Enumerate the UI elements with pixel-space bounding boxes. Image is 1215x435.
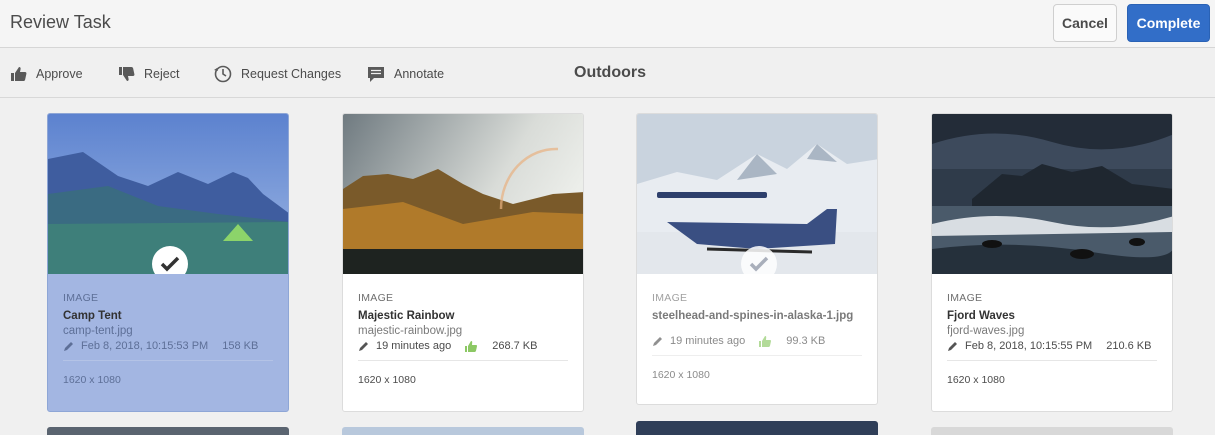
annotate-button[interactable]: Annotate xyxy=(367,65,444,83)
request-changes-label: Request Changes xyxy=(241,67,342,81)
asset-dimensions: 1620 x 1080 xyxy=(358,374,416,386)
reject-label: Reject xyxy=(144,67,180,81)
collection-title: Outdoors xyxy=(574,64,646,81)
asset-card-row2-1[interactable] xyxy=(47,427,289,435)
approve-button[interactable]: Approve xyxy=(10,65,83,83)
asset-size: 99.3 KB xyxy=(786,335,826,347)
asset-name: steelhead-and-spines-in-alaska-1.jpg xyxy=(652,310,854,322)
pencil-icon xyxy=(948,341,957,351)
complete-button[interactable]: Complete xyxy=(1127,4,1210,42)
asset-modified: Feb 8, 2018, 10:15:55 PM xyxy=(965,340,1093,352)
asset-size: 210.6 KB xyxy=(1106,340,1152,352)
asset-modified: Feb 8, 2018, 10:15:53 PM xyxy=(81,340,209,352)
asset-thumbnail[interactable] xyxy=(48,114,288,274)
asset-dimensions: 1620 x 1080 xyxy=(63,374,121,386)
asset-dimensions: 1620 x 1080 xyxy=(652,369,710,381)
annotate-icon xyxy=(368,66,384,82)
asset-name: Camp Tent xyxy=(63,310,122,322)
asset-modified: 19 minutes ago xyxy=(376,340,452,352)
approved-icon xyxy=(759,335,772,347)
pencil-icon xyxy=(359,341,368,351)
asset-thumbnail[interactable] xyxy=(637,114,877,274)
title-bar: Review Task Cancel Complete xyxy=(0,0,1215,48)
asset-modified: 19 minutes ago xyxy=(670,335,746,347)
selected-checkmark[interactable] xyxy=(152,246,188,274)
annotate-label: Annotate xyxy=(394,67,445,81)
asset-card-steelhead[interactable]: IMAGE steelhead-and-spines-in-alaska-1.j… xyxy=(636,113,878,405)
asset-card-row2-4[interactable] xyxy=(931,427,1173,435)
pencil-icon xyxy=(64,341,73,351)
clock-icon xyxy=(214,65,232,83)
checkmark-icon xyxy=(749,256,769,272)
asset-name: Fjord Waves xyxy=(947,310,1015,322)
asset-filename: camp-tent.jpg xyxy=(63,325,133,337)
approved-icon xyxy=(465,340,478,352)
selection-checkmark[interactable] xyxy=(741,246,777,274)
request-changes-button[interactable]: Request Changes xyxy=(213,65,341,83)
asset-thumbnail[interactable] xyxy=(343,114,583,274)
reject-button[interactable]: Reject xyxy=(118,65,179,83)
fjord-waves-image xyxy=(932,114,1172,274)
thumbs-up-icon xyxy=(11,67,27,81)
asset-card-row2-2[interactable] xyxy=(342,427,584,435)
asset-size: 158 KB xyxy=(222,340,259,352)
asset-card-majestic-rainbow[interactable]: IMAGE Majestic Rainbow majestic-rainbow.… xyxy=(342,113,584,412)
pencil-icon xyxy=(653,336,662,346)
asset-thumbnail[interactable] xyxy=(932,114,1172,274)
asset-type: IMAGE xyxy=(358,292,394,304)
asset-filename: fjord-waves.jpg xyxy=(947,325,1025,337)
page-title: Review Task xyxy=(10,12,111,32)
asset-size: 268.7 KB xyxy=(492,340,538,352)
approve-label: Approve xyxy=(36,67,83,81)
asset-type: IMAGE xyxy=(63,292,99,304)
asset-dimensions: 1620 x 1080 xyxy=(947,374,1005,386)
asset-filename: majestic-rainbow.jpg xyxy=(358,325,463,337)
asset-card-camp-tent[interactable]: IMAGE Camp Tent camp-tent.jpg Feb 8, 201… xyxy=(47,113,289,412)
checkmark-icon xyxy=(160,256,180,272)
asset-type: IMAGE xyxy=(947,292,983,304)
asset-name: Majestic Rainbow xyxy=(358,310,455,322)
majestic-rainbow-image xyxy=(343,114,583,274)
cancel-button[interactable]: Cancel xyxy=(1053,4,1117,42)
asset-card-row2-3[interactable] xyxy=(636,421,878,435)
asset-type: IMAGE xyxy=(652,292,688,304)
asset-card-fjord-waves[interactable]: IMAGE Fjord Waves fjord-waves.jpg Feb 8,… xyxy=(931,113,1173,412)
thumbs-down-icon xyxy=(119,67,135,81)
